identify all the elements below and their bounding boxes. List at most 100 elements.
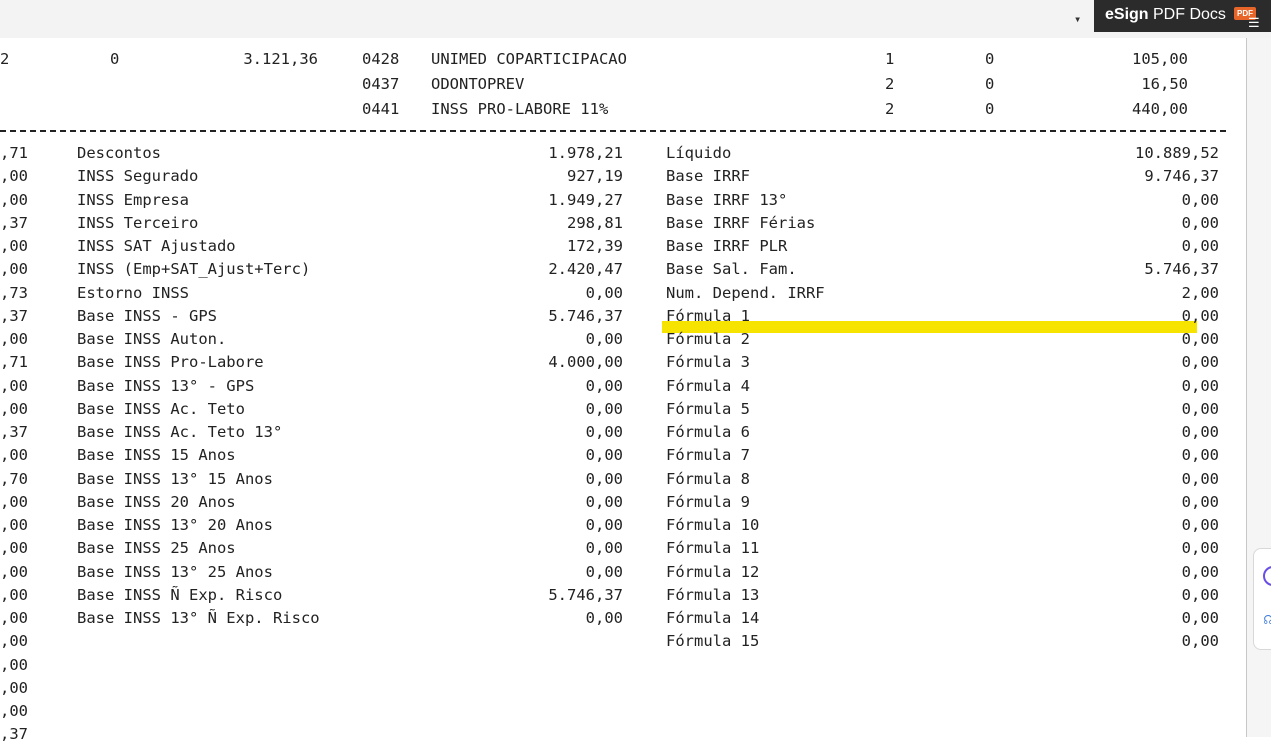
- left-partial-value: ,00: [0, 167, 28, 185]
- summary-right-label: Fórmula 9: [666, 493, 750, 511]
- menu-icon[interactable]: ☰: [1248, 16, 1266, 29]
- esign-brand: eSign: [1105, 6, 1149, 23]
- summary-right-value: 0,00: [1181, 586, 1219, 604]
- summary-right-label: Fórmula 10: [666, 516, 760, 534]
- left-partial-value: ,00: [0, 191, 28, 209]
- row-code: 0428: [362, 50, 400, 68]
- summary-label: Base INSS 13° - GPS: [77, 377, 255, 395]
- summary-right-label: Fórmula 15: [666, 632, 760, 650]
- summary-right-value: 0,00: [1181, 237, 1219, 255]
- left-partial-value: ,00: [0, 400, 28, 418]
- assistant-icon[interactable]: [1263, 566, 1271, 586]
- summary-value: 0,00: [585, 563, 623, 581]
- summary-right-value: 0,00: [1181, 423, 1219, 441]
- row-zero: 0: [985, 50, 995, 68]
- summary-right-value: 0,00: [1181, 470, 1219, 488]
- summary-label: INSS (Emp+SAT_Ajust+Terc): [77, 260, 311, 278]
- left-partial-value: ,00: [0, 609, 28, 627]
- left-partial-value: ,00: [0, 632, 28, 650]
- left-partial-value: ,00: [0, 260, 28, 278]
- summary-value: 172,39: [567, 237, 623, 255]
- summary-label: Base INSS Ñ Exp. Risco: [77, 586, 283, 604]
- summary-label: Base INSS 13° 15 Anos: [77, 470, 273, 488]
- summary-right-label: Base IRRF Férias: [666, 214, 816, 232]
- summary-right-value: 5.746,37: [1144, 260, 1219, 278]
- left-partial-value: ,00: [0, 702, 28, 720]
- summary-value: 0,00: [585, 539, 623, 557]
- summary-right-label: Fórmula 11: [666, 539, 760, 557]
- browser-toolbar: ▾: [0, 0, 1271, 39]
- row-value: 105,00: [1132, 50, 1188, 68]
- left-partial-value: ,00: [0, 586, 28, 604]
- left-partial-value: ,00: [0, 516, 28, 534]
- summary-right-value: 9.746,37: [1144, 167, 1219, 185]
- summary-right-value: 0,00: [1181, 563, 1219, 581]
- summary-value: 0,00: [585, 330, 623, 348]
- summary-label: Base INSS Pro-Labore: [77, 353, 264, 371]
- left-partial-value: ,00: [0, 377, 28, 395]
- esign-label: eSign PDF Docs: [1105, 6, 1226, 24]
- row-col3: 3.121,36: [243, 50, 318, 68]
- summary-value: 2.420,47: [548, 260, 623, 278]
- headset-icon[interactable]: ☊: [1264, 613, 1271, 627]
- summary-right-label: Base IRRF: [666, 167, 750, 185]
- summary-right-label: Fórmula 5: [666, 400, 750, 418]
- summary-right-label: Fórmula 3: [666, 353, 750, 371]
- row-value: 440,00: [1132, 100, 1188, 118]
- summary-right-value: 0,00: [1181, 353, 1219, 371]
- row-col2: 0: [110, 50, 120, 68]
- summary-label: Base INSS - GPS: [77, 307, 217, 325]
- summary-right-label: Fórmula 6: [666, 423, 750, 441]
- summary-value: 5.746,37: [548, 307, 623, 325]
- summary-right-label: Fórmula 8: [666, 470, 750, 488]
- summary-value: 0,00: [585, 609, 623, 627]
- dashed-separator: [0, 130, 1226, 132]
- left-partial-value: ,00: [0, 656, 28, 674]
- summary-right-value: 0,00: [1181, 609, 1219, 627]
- left-partial-value: ,73: [0, 284, 28, 302]
- left-partial-value: ,71: [0, 144, 28, 162]
- summary-right-label: Fórmula 1: [666, 307, 750, 325]
- left-partial-value: ,37: [0, 214, 28, 232]
- left-partial-value: ,71: [0, 353, 28, 371]
- summary-right-value: 0,00: [1181, 214, 1219, 232]
- left-partial-value: ,37: [0, 307, 28, 325]
- summary-right-label: Fórmula 7: [666, 446, 750, 464]
- left-partial-value: ,37: [0, 423, 28, 441]
- summary-right-value: 0,00: [1181, 330, 1219, 348]
- row-quantity: 2: [885, 100, 895, 118]
- summary-value: 5.746,37: [548, 586, 623, 604]
- row-code: 0437: [362, 75, 400, 93]
- summary-value: 0,00: [585, 400, 623, 418]
- left-partial-value: ,00: [0, 446, 28, 464]
- row-quantity: 2: [885, 75, 895, 93]
- summary-label: Base INSS 13° Ñ Exp. Risco: [77, 609, 320, 627]
- left-partial-value: ,00: [0, 493, 28, 511]
- summary-value: 0,00: [585, 377, 623, 395]
- summary-right-label: Fórmula 14: [666, 609, 760, 627]
- summary-right-value: 0,00: [1181, 400, 1219, 418]
- left-partial-value: ,00: [0, 539, 28, 557]
- summary-label: INSS SAT Ajustado: [77, 237, 236, 255]
- summary-right-value: 0,00: [1181, 493, 1219, 511]
- summary-label: Base INSS 13° 25 Anos: [77, 563, 273, 581]
- summary-right-value: 0,00: [1181, 632, 1219, 650]
- summary-value: 0,00: [585, 423, 623, 441]
- row-description: INSS PRO-LABORE 11%: [431, 100, 609, 118]
- summary-right-label: Fórmula 4: [666, 377, 750, 395]
- summary-right-value: 0,00: [1181, 307, 1219, 325]
- esign-extension-button[interactable]: eSign PDF Docs PDF ☰: [1094, 0, 1271, 32]
- summary-right-value: 10.889,52: [1135, 144, 1219, 162]
- row-col1: 2: [0, 50, 10, 68]
- esign-suffix: PDF Docs: [1148, 6, 1226, 23]
- summary-value: 0,00: [585, 470, 623, 488]
- summary-value: 1.978,21: [548, 144, 623, 162]
- summary-value: 0,00: [585, 493, 623, 511]
- summary-label: Base INSS Ac. Teto 13°: [77, 423, 283, 441]
- summary-label: Base INSS 25 Anos: [77, 539, 236, 557]
- dropdown-caret-icon[interactable]: ▾: [1074, 12, 1081, 26]
- summary-right-value: 0,00: [1181, 516, 1219, 534]
- summary-label: INSS Empresa: [77, 191, 189, 209]
- summary-label: Descontos: [77, 144, 161, 162]
- summary-right-value: 0,00: [1181, 377, 1219, 395]
